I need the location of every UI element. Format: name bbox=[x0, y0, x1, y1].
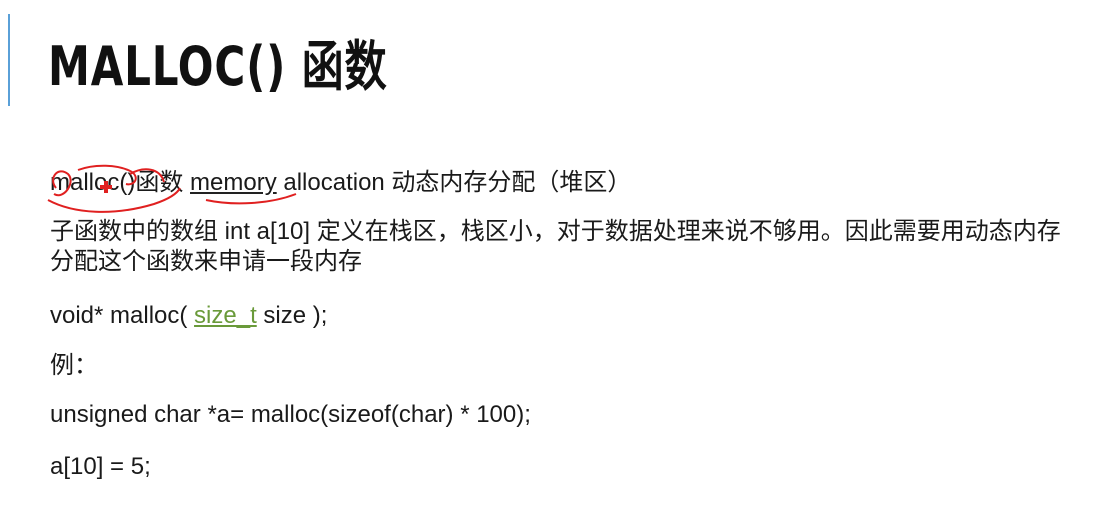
slide: MALLOC() 函数 malloc()函数 memory allocation… bbox=[0, 0, 1116, 512]
code-line-malloc: unsigned char *a= malloc(sizeof(char) * … bbox=[50, 401, 531, 428]
memory-word: memory bbox=[190, 169, 277, 196]
slide-title: MALLOC() 函数 bbox=[48, 35, 388, 98]
malloc-func-suffix: 函数 bbox=[135, 169, 191, 196]
size-t-link[interactable]: size_t bbox=[194, 302, 257, 329]
malloc-definition-line: malloc()函数 memory allocation 动态内存分配（堆区） bbox=[50, 168, 631, 198]
stack-explanation-paragraph: 子函数中的数组 int a[10] 定义在栈区，栈区小，对于数据处理来说不够用。… bbox=[50, 218, 1061, 275]
allocation-rest: allocation 动态内存分配（堆区） bbox=[276, 169, 632, 196]
malloc-prototype-line: void* malloc( size_t size ); bbox=[50, 301, 327, 331]
title-accent-bar bbox=[8, 14, 10, 106]
example-label: 例： bbox=[50, 352, 98, 379]
prototype-after: size ); bbox=[256, 302, 328, 329]
code-line-assign: a[10] = 5; bbox=[50, 453, 151, 480]
malloc-func-name: malloc() bbox=[50, 169, 136, 196]
prototype-before: void* malloc( bbox=[50, 302, 195, 329]
